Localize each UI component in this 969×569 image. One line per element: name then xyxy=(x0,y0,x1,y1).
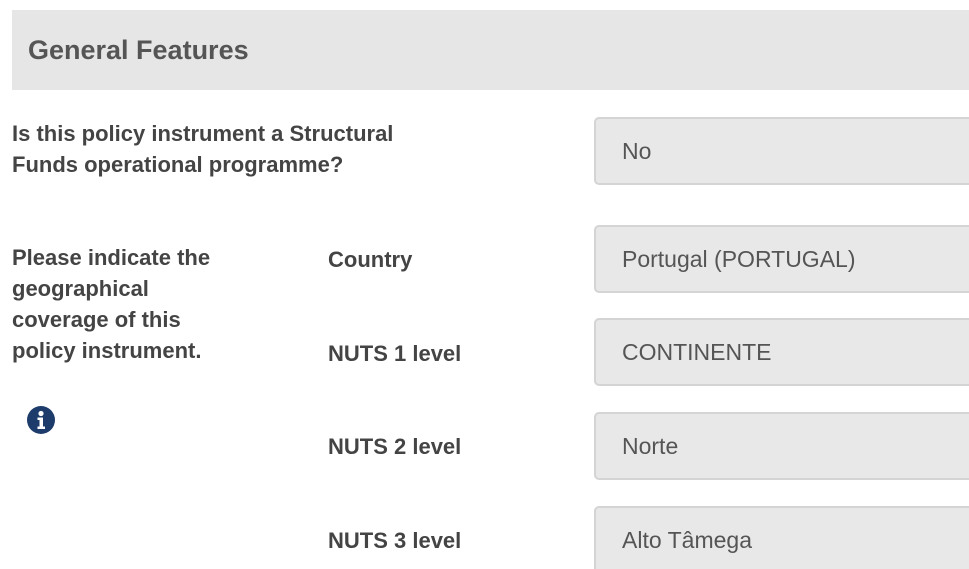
coverage-question-line2: geographical xyxy=(12,276,149,301)
nuts3-value: Alto Tâmega xyxy=(622,526,752,553)
section-header: General Features xyxy=(12,10,969,90)
structural-funds-question: Is this policy instrument a Structural F… xyxy=(12,118,393,180)
structural-funds-value: No xyxy=(622,137,652,164)
coverage-question-line4: policy instrument. xyxy=(12,338,202,363)
structural-funds-question-line2: Funds operational programme? xyxy=(12,152,344,177)
structural-funds-field[interactable]: No xyxy=(594,117,969,185)
nuts2-value: Norte xyxy=(622,432,679,459)
nuts1-label: NUTS 1 level xyxy=(328,341,462,366)
nuts3-field[interactable]: Alto Tâmega xyxy=(594,506,969,569)
country-label: Country xyxy=(328,247,413,272)
general-features-page: General Features Is this policy instrume… xyxy=(0,0,969,569)
nuts1-value: CONTINENTE xyxy=(622,338,772,365)
info-circle-icon[interactable] xyxy=(26,405,56,435)
nuts3-label: NUTS 3 level xyxy=(328,528,462,553)
coverage-question-line3: coverage of this xyxy=(12,307,181,332)
country-value: Portugal (PORTUGAL) xyxy=(622,245,856,272)
nuts1-field[interactable]: CONTINENTE xyxy=(594,318,969,386)
coverage-question: Please indicate the geographical coverag… xyxy=(12,242,210,366)
section-title: General Features xyxy=(28,34,249,65)
structural-funds-question-line1: Is this policy instrument a Structural xyxy=(12,121,394,146)
coverage-question-line1: Please indicate the xyxy=(12,245,211,270)
nuts2-field[interactable]: Norte xyxy=(594,412,969,480)
country-field[interactable]: Portugal (PORTUGAL) xyxy=(594,225,969,293)
nuts2-label: NUTS 2 level xyxy=(328,434,462,459)
